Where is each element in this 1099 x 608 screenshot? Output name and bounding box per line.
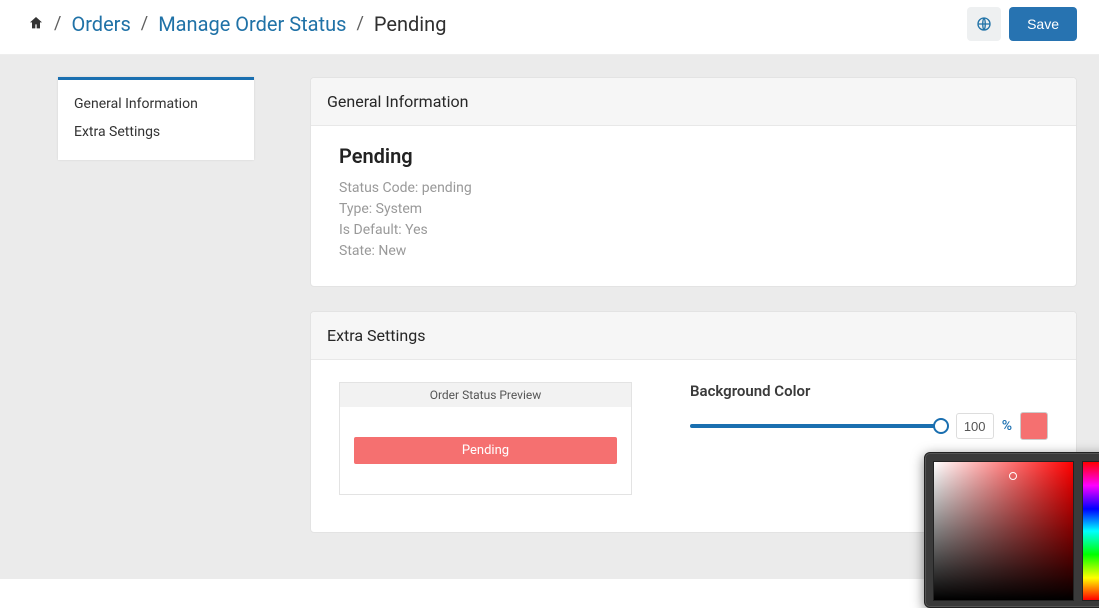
opacity-slider[interactable] [690, 424, 948, 428]
card-header: Extra Settings [311, 312, 1076, 360]
preview-label: Order Status Preview [340, 383, 631, 407]
opacity-input[interactable] [956, 413, 994, 439]
home-link[interactable] [28, 12, 44, 36]
bg-swatch[interactable] [1020, 412, 1048, 440]
general-card: General Information Pending Status Code:… [310, 77, 1077, 287]
sv-pointer[interactable] [1009, 472, 1017, 480]
sidebar: General Information Extra Settings [58, 77, 254, 160]
sidebar-item-extra[interactable]: Extra Settings [58, 118, 254, 146]
bgcolor-label: Background Color [690, 382, 1048, 400]
slider-knob[interactable] [933, 418, 949, 434]
sidebar-item-general[interactable]: General Information [58, 90, 254, 118]
preview-box: Order Status Preview Pending [339, 382, 632, 495]
sep: / [356, 13, 363, 34]
sep: / [54, 13, 61, 34]
card-header: General Information [311, 78, 1076, 126]
status-code: Status Code: pending [339, 178, 1048, 199]
hue-slider[interactable] [1082, 461, 1099, 601]
color-picker[interactable]: R245 H0 G112 S54.2 B112 B96.0 #f57070 [924, 452, 1099, 608]
save-button[interactable]: Save [1009, 7, 1077, 41]
breadcrumb-current: Pending [374, 12, 447, 36]
manage-link[interactable]: Manage Order Status [158, 12, 346, 36]
locale-button[interactable] [967, 7, 1001, 41]
status-default: Is Default: Yes [339, 220, 1048, 241]
sv-panel[interactable] [933, 461, 1074, 601]
orders-link[interactable]: Orders [71, 12, 130, 36]
sep: / [141, 13, 148, 34]
status-title: Pending [339, 144, 1048, 168]
status-type: Type: System [339, 199, 1048, 220]
pct-sign: % [1002, 418, 1012, 434]
status-state: State: New [339, 241, 1048, 262]
status-pill: Pending [354, 437, 617, 464]
breadcrumb: / Orders / Manage Order Status / Pending [28, 12, 446, 36]
